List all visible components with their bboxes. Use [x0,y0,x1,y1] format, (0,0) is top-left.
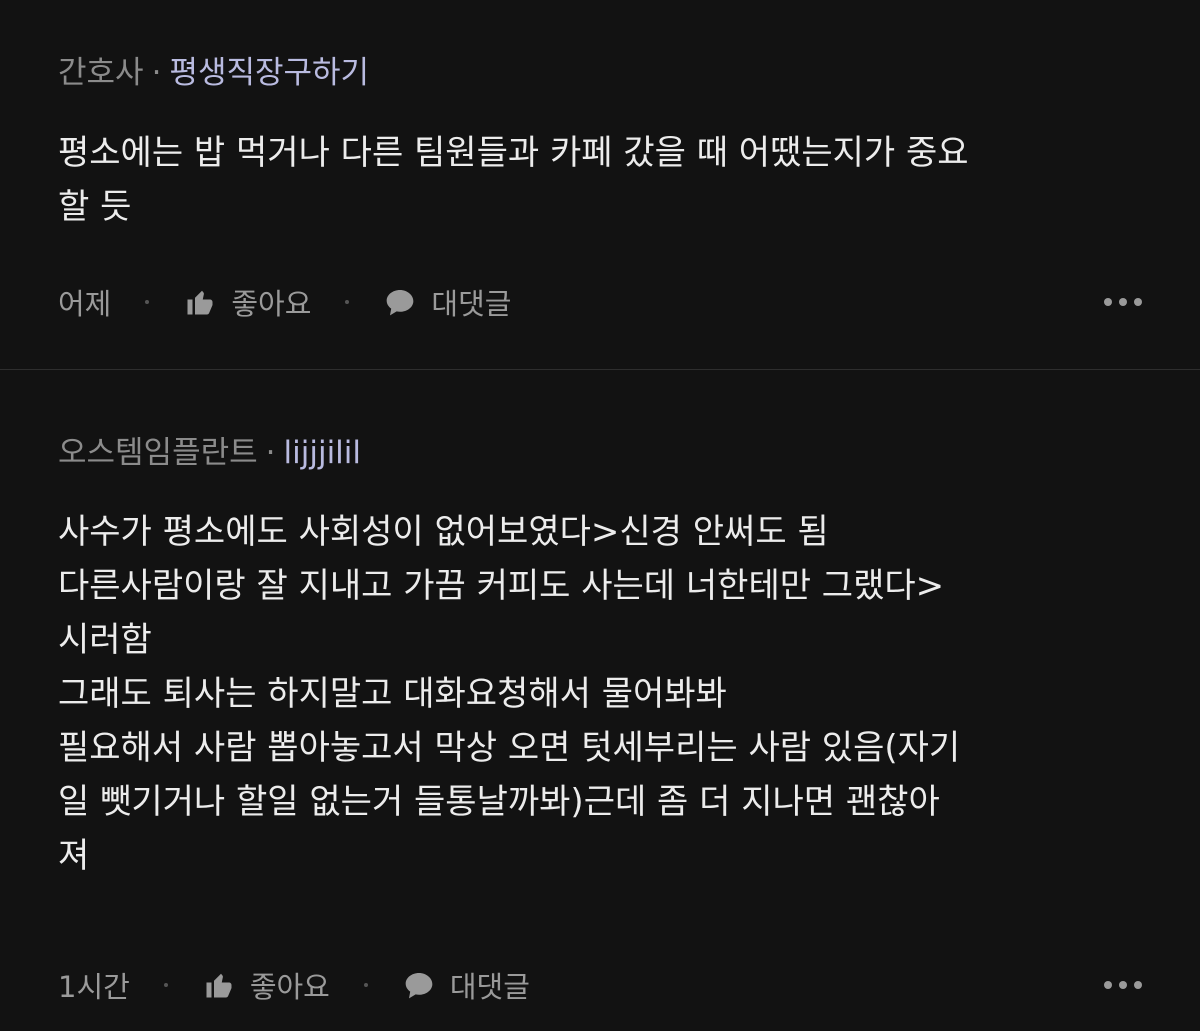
comment-item: 오스템임플란트 · lijjjilil 사수가 평소에도 사회성이 없어보였다>신경… [0,370,1200,1031]
action-separator [145,300,150,304]
comment-line: 다른사람이랑 잘 지내고 가끔 커피도 사는데 너한테만 그랬다> [58,566,945,606]
comment-line: 할 듯 [58,187,132,227]
reply-label: 대댓글 [431,287,512,321]
comment-body: 사수가 평소에도 사회성이 없어보였다>신경 안써도 됨 다른사람이랑 잘 지내… [58,505,1148,883]
more-dot [1104,981,1112,989]
author-job: 간호사 [58,55,144,91]
action-separator [163,983,168,987]
author-nickname[interactable]: lijjjilil [284,435,362,471]
reply-button[interactable]: 대댓글 [402,964,530,1006]
author-nickname[interactable]: 평생직장구하기 [169,55,369,91]
thumbs-up-icon [202,968,236,1002]
like-label: 좋아요 [231,287,312,321]
comment-time: 어제 [58,287,112,321]
comment-item: 간호사 · 평생직장구하기 평소에는 밥 먹거나 다른 팀원들과 카페 갔을 때 어… [0,0,1200,369]
more-dot [1134,298,1142,306]
more-dot [1134,981,1142,989]
comment-line: 평소에는 밥 먹거나 다른 팀원들과 카페 갔을 때 어땠는지가 중요 [58,133,969,173]
comment-time: 1시간 [58,970,130,1004]
speech-bubble-icon [383,285,417,319]
comment-line: 사수가 평소에도 사회성이 없어보였다>신경 안써도 됨 [58,512,829,552]
comment-line: 시러함 [58,620,152,660]
comment-actions: 1시간 좋아요 대댓글 [58,965,1142,1005]
like-button[interactable]: 좋아요 [202,964,330,1006]
thumbs-up-icon [183,285,217,319]
like-label: 좋아요 [249,970,330,1004]
action-separator [363,983,368,987]
more-options-button[interactable] [1104,975,1142,995]
comment-actions: 어제 좋아요 대댓글 [58,282,1142,322]
comment-body: 평소에는 밥 먹거나 다른 팀원들과 카페 갔을 때 어땠는지가 중요 할 듯 [58,126,1148,234]
comment-author: 오스템임플란트 · lijjjilil [58,433,361,473]
more-dot [1119,981,1127,989]
more-dot [1119,298,1127,306]
comment-line: 필요해서 사람 뽑아놓고서 막상 오면 텃세부리는 사람 있음(자기 [58,728,961,768]
meta-separator: · [265,435,276,471]
meta-separator: · [151,55,162,91]
speech-bubble-icon [402,968,436,1002]
comment-line: 그래도 퇴사는 하지말고 대화요청해서 물어봐봐 [58,674,727,714]
comment-line: 일 뺏기거나 할일 없는거 들통날까봐)근데 좀 더 지나면 괜찮아 [58,782,940,822]
action-separator [345,300,350,304]
reply-label: 대댓글 [449,970,530,1004]
comment-author: 간호사 · 평생직장구하기 [58,53,369,93]
like-button[interactable]: 좋아요 [183,281,311,323]
more-options-button[interactable] [1104,292,1142,312]
reply-button[interactable]: 대댓글 [383,281,511,323]
comment-line: 져 [58,836,90,876]
author-job: 오스템임플란트 [58,435,258,471]
more-dot [1104,298,1112,306]
